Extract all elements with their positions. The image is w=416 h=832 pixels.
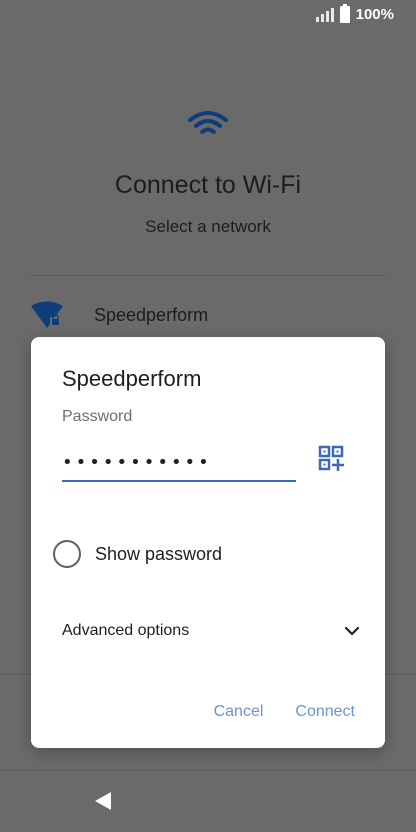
show-password-label: Show password [95, 543, 223, 564]
network-list-item[interactable]: Speedperform [30, 298, 386, 332]
cancel-button[interactable]: Cancel [214, 703, 264, 721]
network-name: Speedperform [94, 304, 209, 325]
connect-button[interactable]: Connect [295, 703, 355, 721]
signal-icon [315, 7, 334, 22]
show-password-row[interactable]: Show password [53, 540, 222, 568]
password-input[interactable] [62, 444, 296, 482]
chevron-down-icon[interactable] [343, 622, 361, 640]
divider [0, 770, 416, 771]
wifi-icon [188, 111, 228, 134]
show-password-checkbox[interactable] [53, 540, 81, 568]
status-icons: 100% [315, 4, 394, 23]
wifi-locked-icon [31, 301, 63, 328]
dialog-title: Speedperform [62, 366, 202, 391]
dialog-actions: Cancel Connect [214, 703, 355, 721]
battery-icon [339, 4, 350, 23]
wifi-password-dialog: Speedperform Password Show password Adva… [31, 337, 385, 748]
divider [31, 275, 385, 276]
back-icon[interactable] [92, 790, 114, 812]
advanced-options-label: Advanced options [62, 622, 190, 639]
page-title: Connect to Wi-Fi [114, 171, 302, 199]
page-subtitle: Select a network [145, 217, 271, 236]
status-bar: 100% [0, 0, 416, 32]
qr-code-scan-icon[interactable] [318, 445, 346, 473]
password-label: Password [62, 408, 133, 425]
battery-percentage: 100% [355, 6, 394, 23]
advanced-options-row[interactable]: Advanced options [62, 617, 361, 645]
